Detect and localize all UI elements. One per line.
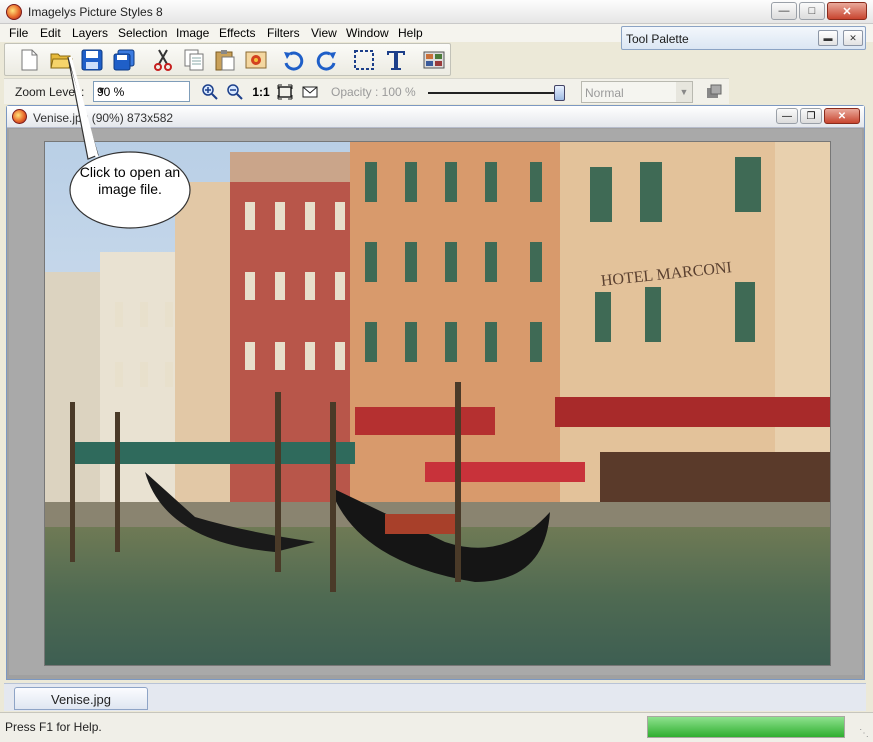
gallery-icon [423, 51, 445, 69]
rectangle-select-icon [354, 50, 374, 70]
actual-size-label: 1:1 [252, 85, 270, 99]
maximize-button[interactable]: □ [799, 2, 825, 20]
minimize-icon: — [778, 5, 790, 17]
maximize-icon: □ [808, 5, 816, 17]
callout-text: Click to open an image file. [79, 164, 181, 197]
imagelys-logo-icon[interactable] [6, 4, 22, 20]
status-text: Press F1 for Help. [5, 720, 102, 734]
doc-close-button[interactable]: ✕ [824, 108, 860, 124]
text-tool-button[interactable] [383, 47, 409, 73]
zoom-out-button[interactable] [225, 83, 245, 101]
status-bar: Press F1 for Help. ⋱ [0, 712, 873, 742]
minimize-button[interactable]: — [771, 2, 797, 20]
close-icon: ✕ [849, 32, 857, 43]
callout-balloon [67, 56, 191, 229]
paste-icon [215, 50, 235, 71]
menu-view[interactable]: View [311, 26, 337, 40]
blend-mode-select[interactable]: Normal ▼ [581, 81, 693, 103]
redo-icon [316, 51, 336, 71]
doc-restore-button[interactable]: ❐ [800, 108, 822, 124]
redo-button[interactable] [313, 47, 339, 73]
resize-grip-icon[interactable]: ⋱ [859, 728, 871, 740]
opacity-slider-thumb[interactable] [554, 85, 565, 101]
menu-file[interactable]: File [9, 26, 28, 40]
new-file-button[interactable] [16, 47, 42, 73]
doc-minimize-button[interactable]: — [776, 108, 798, 124]
close-icon: ✕ [837, 110, 847, 122]
tool-palette-title: Tool Palette [626, 32, 689, 46]
pin-icon: ▬ [823, 33, 833, 43]
menu-window[interactable]: Window [346, 26, 389, 40]
chevron-down-icon: ▼ [676, 82, 692, 102]
opacity-slider-track[interactable] [428, 92, 560, 94]
app-title-bar: Imagelys Picture Styles 8 — □ ✕ [0, 0, 873, 24]
tool-palette: Tool Palette ▬ ✕ [621, 26, 866, 50]
menu-edit[interactable]: Edit [40, 26, 61, 40]
document-tab-strip: Venise.jpg [4, 683, 866, 711]
zoom-in-button[interactable] [200, 83, 220, 101]
zoom-out-icon [227, 84, 243, 100]
actual-size-button[interactable]: 1:1 [250, 83, 272, 101]
undo-icon [284, 51, 304, 71]
progress-bar-fill [648, 717, 844, 737]
rectangle-select-button[interactable] [351, 47, 377, 73]
menu-help[interactable]: Help [398, 26, 423, 40]
menu-layers[interactable]: Layers [72, 26, 108, 40]
paste-as-layer-button[interactable] [243, 47, 269, 73]
fit-window-button[interactable] [275, 83, 295, 101]
new-file-icon [21, 49, 38, 71]
menu-filters[interactable]: Filters [267, 26, 300, 40]
paste-button[interactable] [212, 47, 238, 73]
menu-image[interactable]: Image [176, 26, 209, 40]
opacity-label: Opacity : 100 % [331, 85, 416, 99]
undo-button[interactable] [281, 47, 307, 73]
menu-selection[interactable]: Selection [118, 26, 167, 40]
fit-window-icon [277, 84, 293, 100]
menu-effects[interactable]: Effects [219, 26, 255, 40]
layer-properties-button[interactable] [703, 83, 725, 101]
app-title: Imagelys Picture Styles 8 [28, 5, 163, 19]
document-icon [12, 109, 27, 124]
tab-venise[interactable]: Venise.jpg [14, 687, 148, 710]
progress-bar [647, 716, 845, 738]
blend-mode-value: Normal [585, 86, 624, 100]
palette-pin-button[interactable]: ▬ [818, 30, 838, 46]
document-window-controls: — ❐ ✕ [776, 108, 860, 124]
close-button[interactable]: ✕ [827, 2, 867, 20]
text-tool-icon [387, 51, 405, 70]
close-icon: ✕ [842, 5, 852, 18]
layer-properties-icon [707, 84, 722, 98]
paste-as-layer-icon [245, 51, 267, 69]
minimize-icon: — [782, 110, 792, 122]
envelope-icon [302, 86, 318, 98]
window-controls: — □ ✕ [771, 2, 867, 20]
gallery-button[interactable] [421, 47, 447, 73]
restore-icon: ❐ [806, 110, 816, 122]
full-screen-button[interactable] [300, 83, 320, 101]
palette-close-button[interactable]: ✕ [843, 30, 863, 46]
zoom-in-icon [202, 84, 218, 100]
